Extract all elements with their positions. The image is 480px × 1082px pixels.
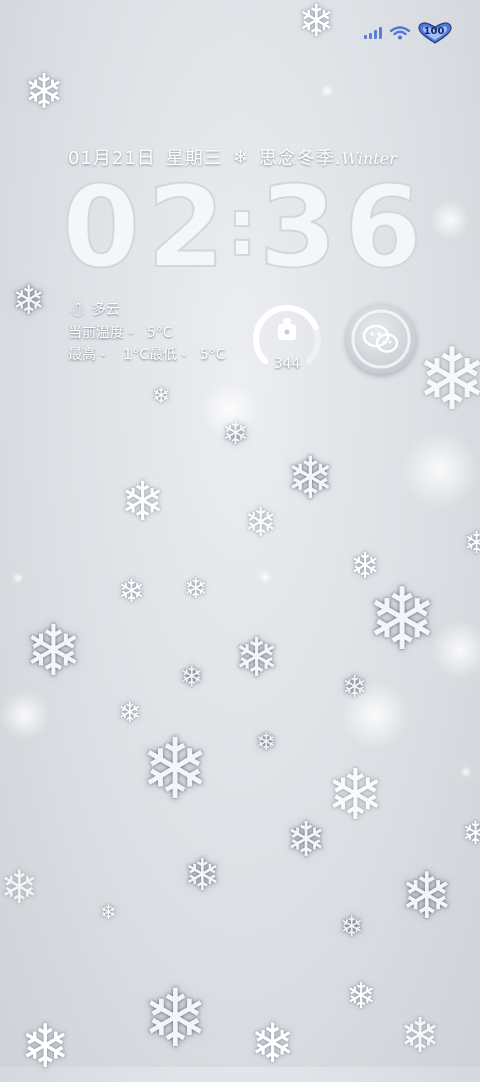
temperature-range: 最高 - 1°C最低 - 5°C — [68, 347, 226, 363]
status-bar: 100 — [364, 22, 452, 44]
snowflake-icon: ❄ — [232, 146, 249, 168]
battery-level: 100 — [423, 26, 445, 37]
wechat-shortcut[interactable] — [346, 304, 416, 374]
snowman-icon: ☃ — [68, 297, 86, 321]
wechat-icon — [351, 309, 411, 369]
step-counter-widget[interactable]: 344 — [250, 302, 324, 376]
current-temperature: 当前温度 - 5°C — [68, 325, 173, 341]
cellular-signal-icon — [364, 27, 382, 39]
clock-hour-tens: 0 — [61, 163, 141, 293]
weather-condition: 多云 — [91, 302, 120, 318]
clock-minute-ones: 6 — [343, 163, 423, 293]
heart-battery-icon: 100 — [418, 22, 452, 44]
clock-hour-ones: 2 — [146, 163, 226, 293]
clock-colon: : — [225, 181, 259, 274]
steps-value: 344 — [273, 356, 301, 372]
lockscreen-clock[interactable]: 0 2 : 3 6 — [61, 163, 423, 293]
clock-minute-tens: 3 — [258, 163, 338, 293]
weather-widget[interactable]: ☃ 多云 当前温度 - 5°C 最高 - 1°C最低 - 5°C — [68, 296, 226, 366]
wifi-icon — [390, 26, 410, 40]
